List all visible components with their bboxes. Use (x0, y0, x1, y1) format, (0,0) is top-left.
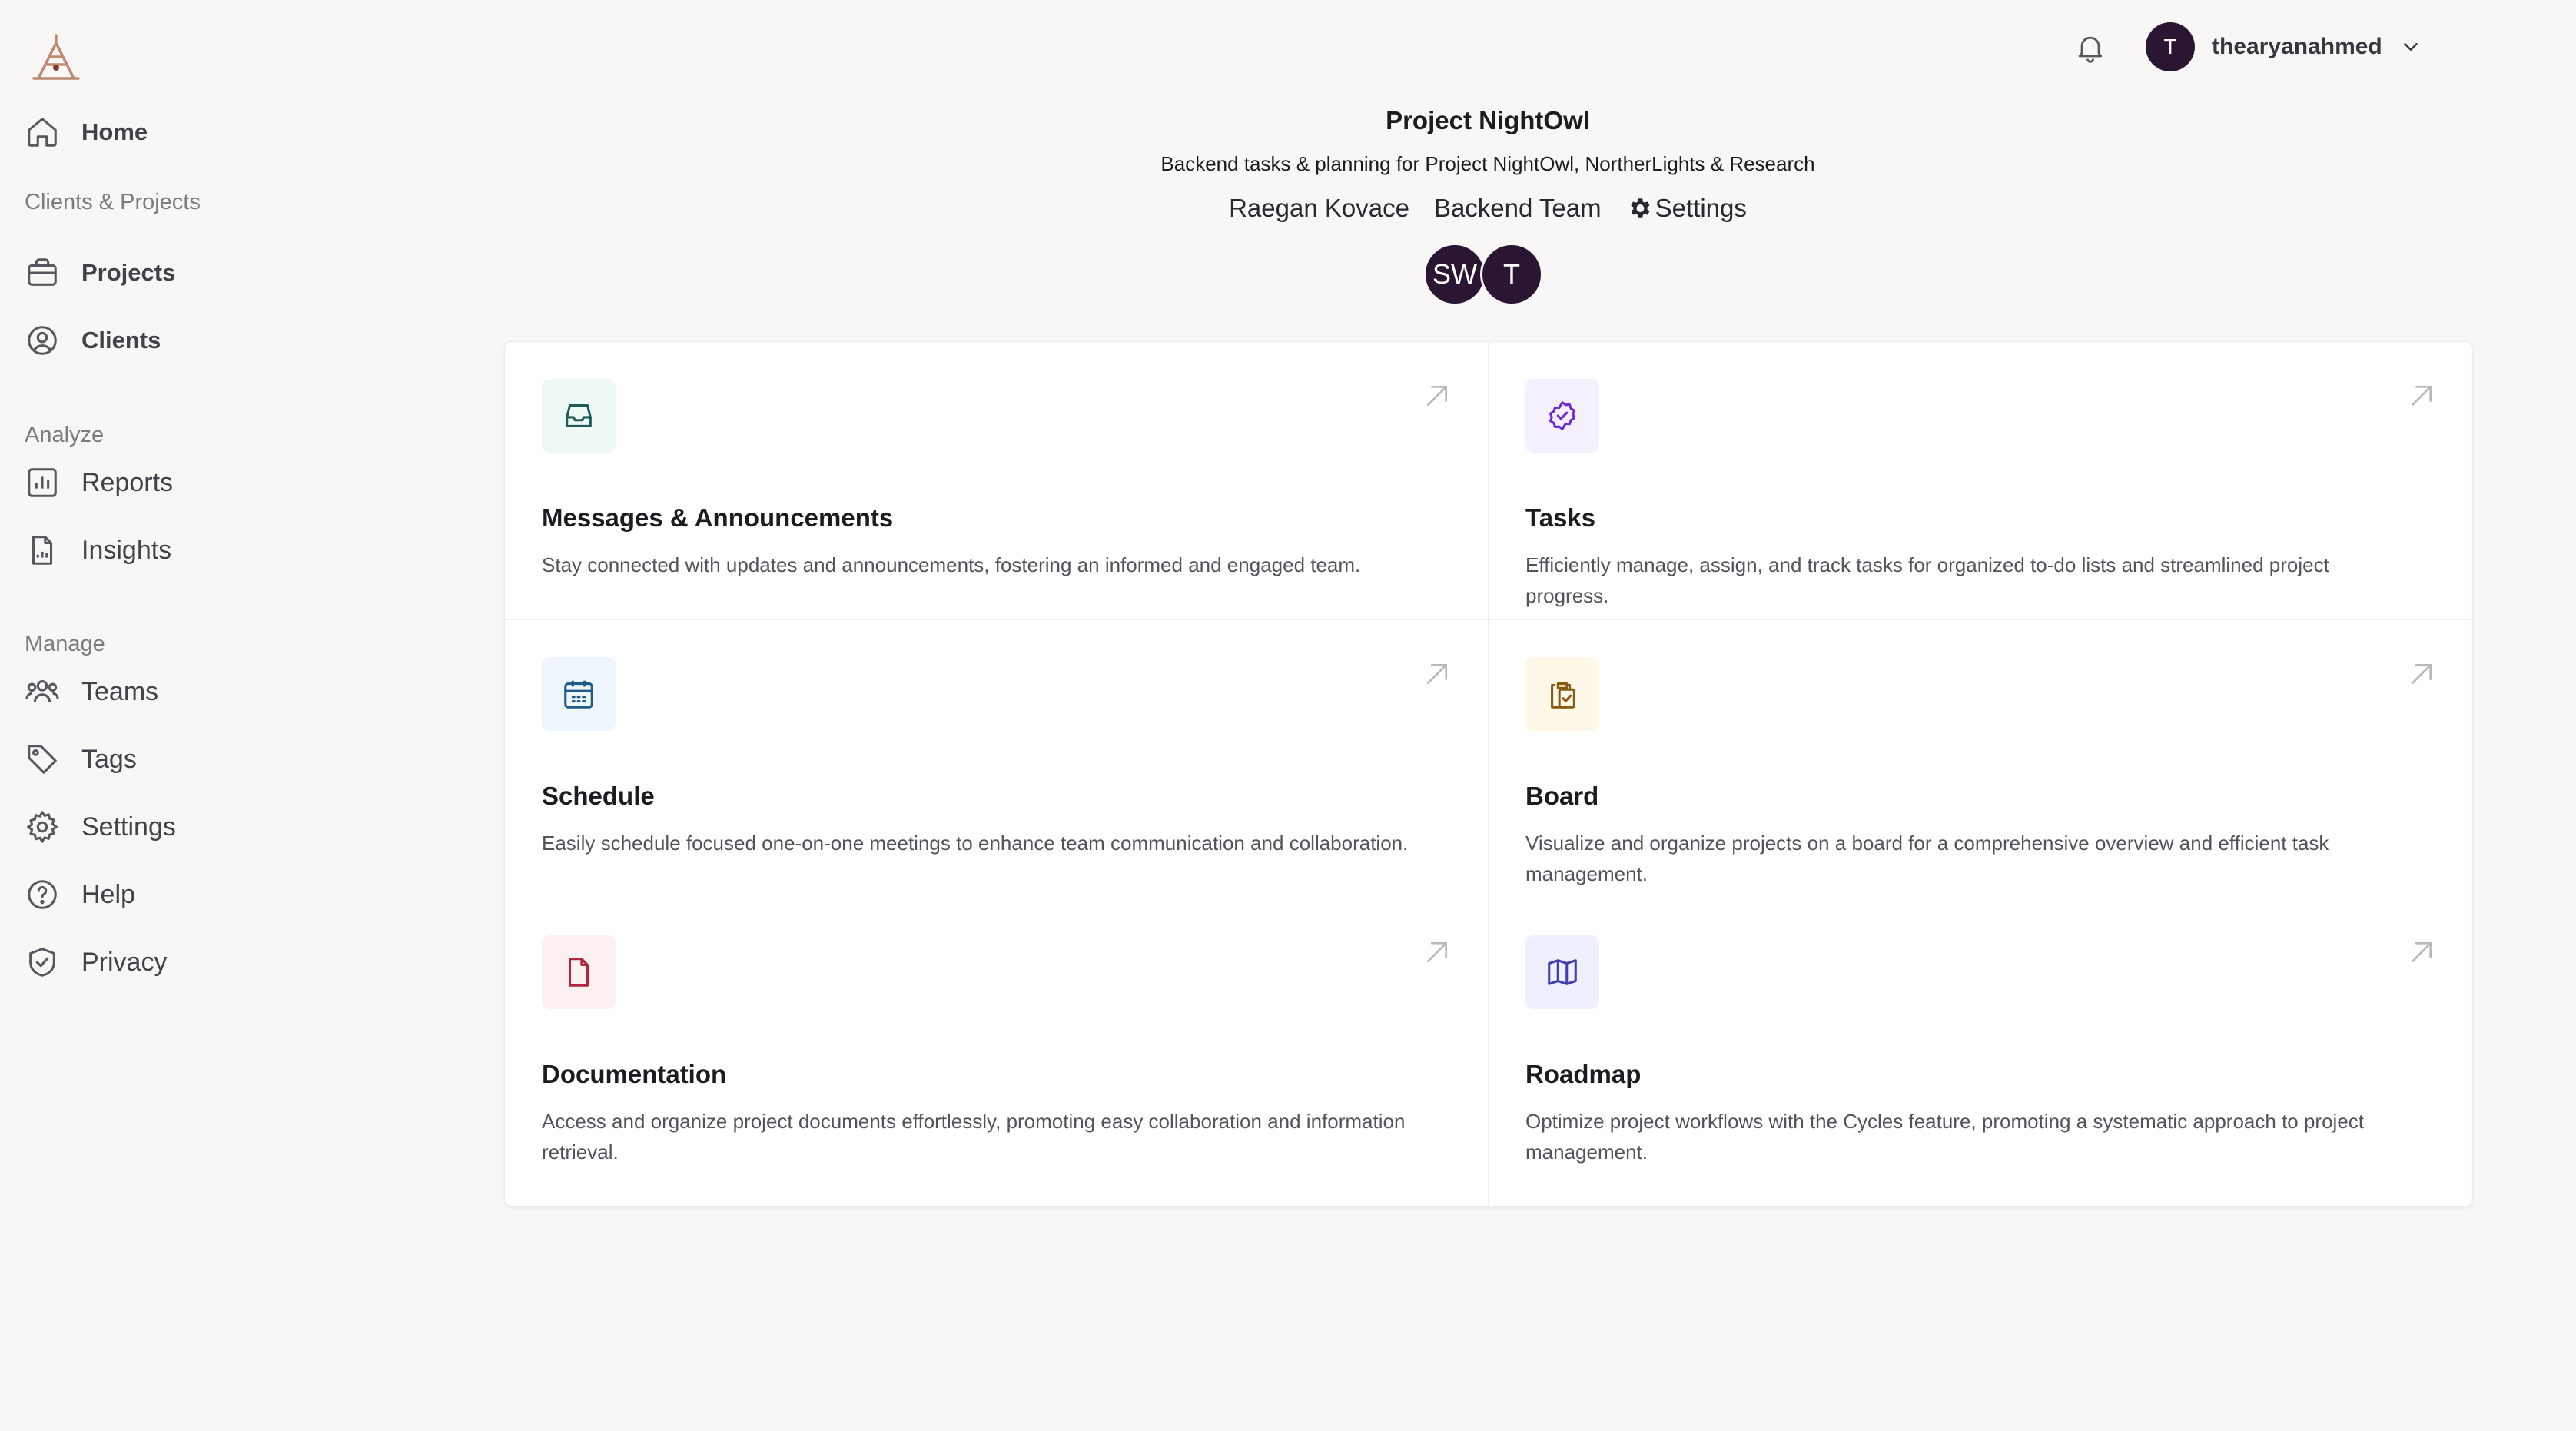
badge-check-icon (1549, 401, 1576, 430)
card-icon-box (1525, 657, 1599, 731)
card-icon-box (1525, 935, 1599, 1009)
card-description: Visualize and organize projects on a boa… (1525, 832, 2329, 885)
card-documentation[interactable]: Documentation Access and organize projec… (505, 898, 1489, 1206)
card-description: Access and organize project documents ef… (542, 1110, 1406, 1164)
card-title: Messages & Announcements (542, 503, 894, 532)
sidebar-item-label: Help (81, 879, 135, 909)
card-icon-box (1525, 379, 1599, 453)
card-title: Board (1525, 782, 1599, 810)
sidebar-item-label: Home (81, 118, 148, 145)
sidebar-item-projects[interactable]: Projects (25, 251, 175, 294)
user-menu[interactable]: T thearyanahmed (2146, 21, 2422, 73)
sidebar-item-label: Insights (81, 535, 172, 565)
feature-grid: Messages & Announcements Stay connected … (504, 341, 2473, 1207)
bar-chart-icon (28, 468, 57, 497)
section-label: Analyze (25, 423, 105, 447)
sidebar-item-home[interactable]: Home (25, 111, 148, 154)
gear-icon (1630, 198, 1650, 218)
arrow-up-right-icon (1427, 386, 1447, 406)
card-schedule[interactable]: Schedule Easily schedule focused one-on-… (505, 620, 1489, 898)
sidebar-item-clients[interactable]: Clients (25, 319, 161, 362)
member-avatars: SW T (1423, 243, 1543, 306)
gear-icon (27, 811, 58, 843)
project-subtitle: Backend tasks & planning for Project Nig… (1160, 152, 1815, 175)
card-description: Optimize project workflows with the Cycl… (1525, 1110, 2365, 1164)
card-icon-box (542, 379, 616, 453)
username: thearyanahmed (2212, 34, 2382, 59)
card-board[interactable]: Board Visualize and organize projects on… (1489, 620, 2472, 898)
card-title: Schedule (542, 782, 655, 810)
map-icon (1548, 959, 1577, 985)
card-icon-box (542, 657, 616, 731)
sidebar-item-settings[interactable]: Settings (25, 805, 176, 848)
notifications-button[interactable] (2069, 26, 2112, 69)
card-description: Stay connected with updates and announce… (542, 553, 1361, 576)
page-title: Project NightOwl (1386, 106, 1590, 134)
card-icon-box (542, 935, 616, 1009)
arrow-up-right-icon (1427, 664, 1447, 684)
document-chart-icon (32, 536, 53, 565)
sidebar-item-label: Privacy (81, 947, 168, 977)
sidebar-item-tags[interactable]: Tags (25, 738, 137, 781)
sidebar-item-label: Reports (81, 467, 174, 497)
card-roadmap[interactable]: Roadmap Optimize project workflows with … (1489, 898, 2472, 1206)
avatar[interactable]: T (1480, 243, 1543, 306)
project-settings-link[interactable]: Settings (1626, 194, 1747, 223)
sidebar-item-insights[interactable]: Insights (25, 529, 171, 572)
briefcase-icon (28, 258, 57, 286)
sidebar: Home Clients & Projects Projects Clients… (0, 0, 430, 1431)
settings-label: Settings (1655, 194, 1747, 222)
sidebar-item-help[interactable]: Help (25, 873, 135, 916)
users-icon (25, 680, 59, 702)
sidebar-item-label: Settings (81, 812, 176, 842)
arrow-up-right-icon (2412, 386, 2432, 406)
section-label: Manage (25, 632, 105, 656)
card-title: Documentation (542, 1060, 727, 1088)
avatar[interactable]: SW (1423, 243, 1486, 306)
sidebar-item-reports[interactable]: Reports (25, 461, 173, 504)
section-label: Clients & Projects (25, 190, 201, 214)
calendar-icon (564, 680, 593, 709)
document-icon (568, 958, 589, 987)
card-tasks[interactable]: Tasks Efficiently manage, assign, and tr… (1489, 342, 2472, 620)
bell-icon (2078, 36, 2103, 63)
user-circle-icon (28, 326, 57, 355)
project-team-link[interactable]: Backend Team (1434, 194, 1602, 223)
card-title: Tasks (1525, 503, 1596, 532)
app-logo[interactable] (31, 32, 81, 85)
chevron-down-icon (2404, 43, 2418, 51)
sidebar-item-teams[interactable]: Teams (25, 670, 158, 713)
sidebar-item-label: Clients (81, 327, 161, 354)
sidebar-item-label: Projects (81, 259, 176, 286)
card-title: Roadmap (1525, 1060, 1642, 1088)
project-owner-link[interactable]: Raegan Kovace (1229, 194, 1409, 223)
shield-check-icon (29, 948, 55, 977)
help-circle-icon (28, 880, 57, 909)
arrow-up-right-icon (1427, 942, 1447, 962)
sidebar-item-privacy[interactable]: Privacy (25, 941, 167, 984)
inbox-icon (566, 404, 592, 427)
arrow-up-right-icon (2412, 942, 2432, 962)
clipboard-check-icon (1551, 682, 1575, 709)
card-description: Efficiently manage, assign, and track ta… (1525, 553, 2329, 607)
avatar: T (2146, 22, 2195, 71)
arrow-up-right-icon (2412, 664, 2432, 684)
home-icon (28, 118, 57, 147)
sidebar-item-label: Tags (81, 744, 137, 774)
card-description: Easily schedule focused one-on-one meeti… (542, 832, 1409, 855)
project-meta: Raegan Kovace Backend Team Settings (504, 194, 2471, 223)
sidebar-item-label: Teams (81, 676, 159, 706)
card-messages[interactable]: Messages & Announcements Stay connected … (505, 342, 1489, 620)
tag-icon (28, 745, 57, 774)
